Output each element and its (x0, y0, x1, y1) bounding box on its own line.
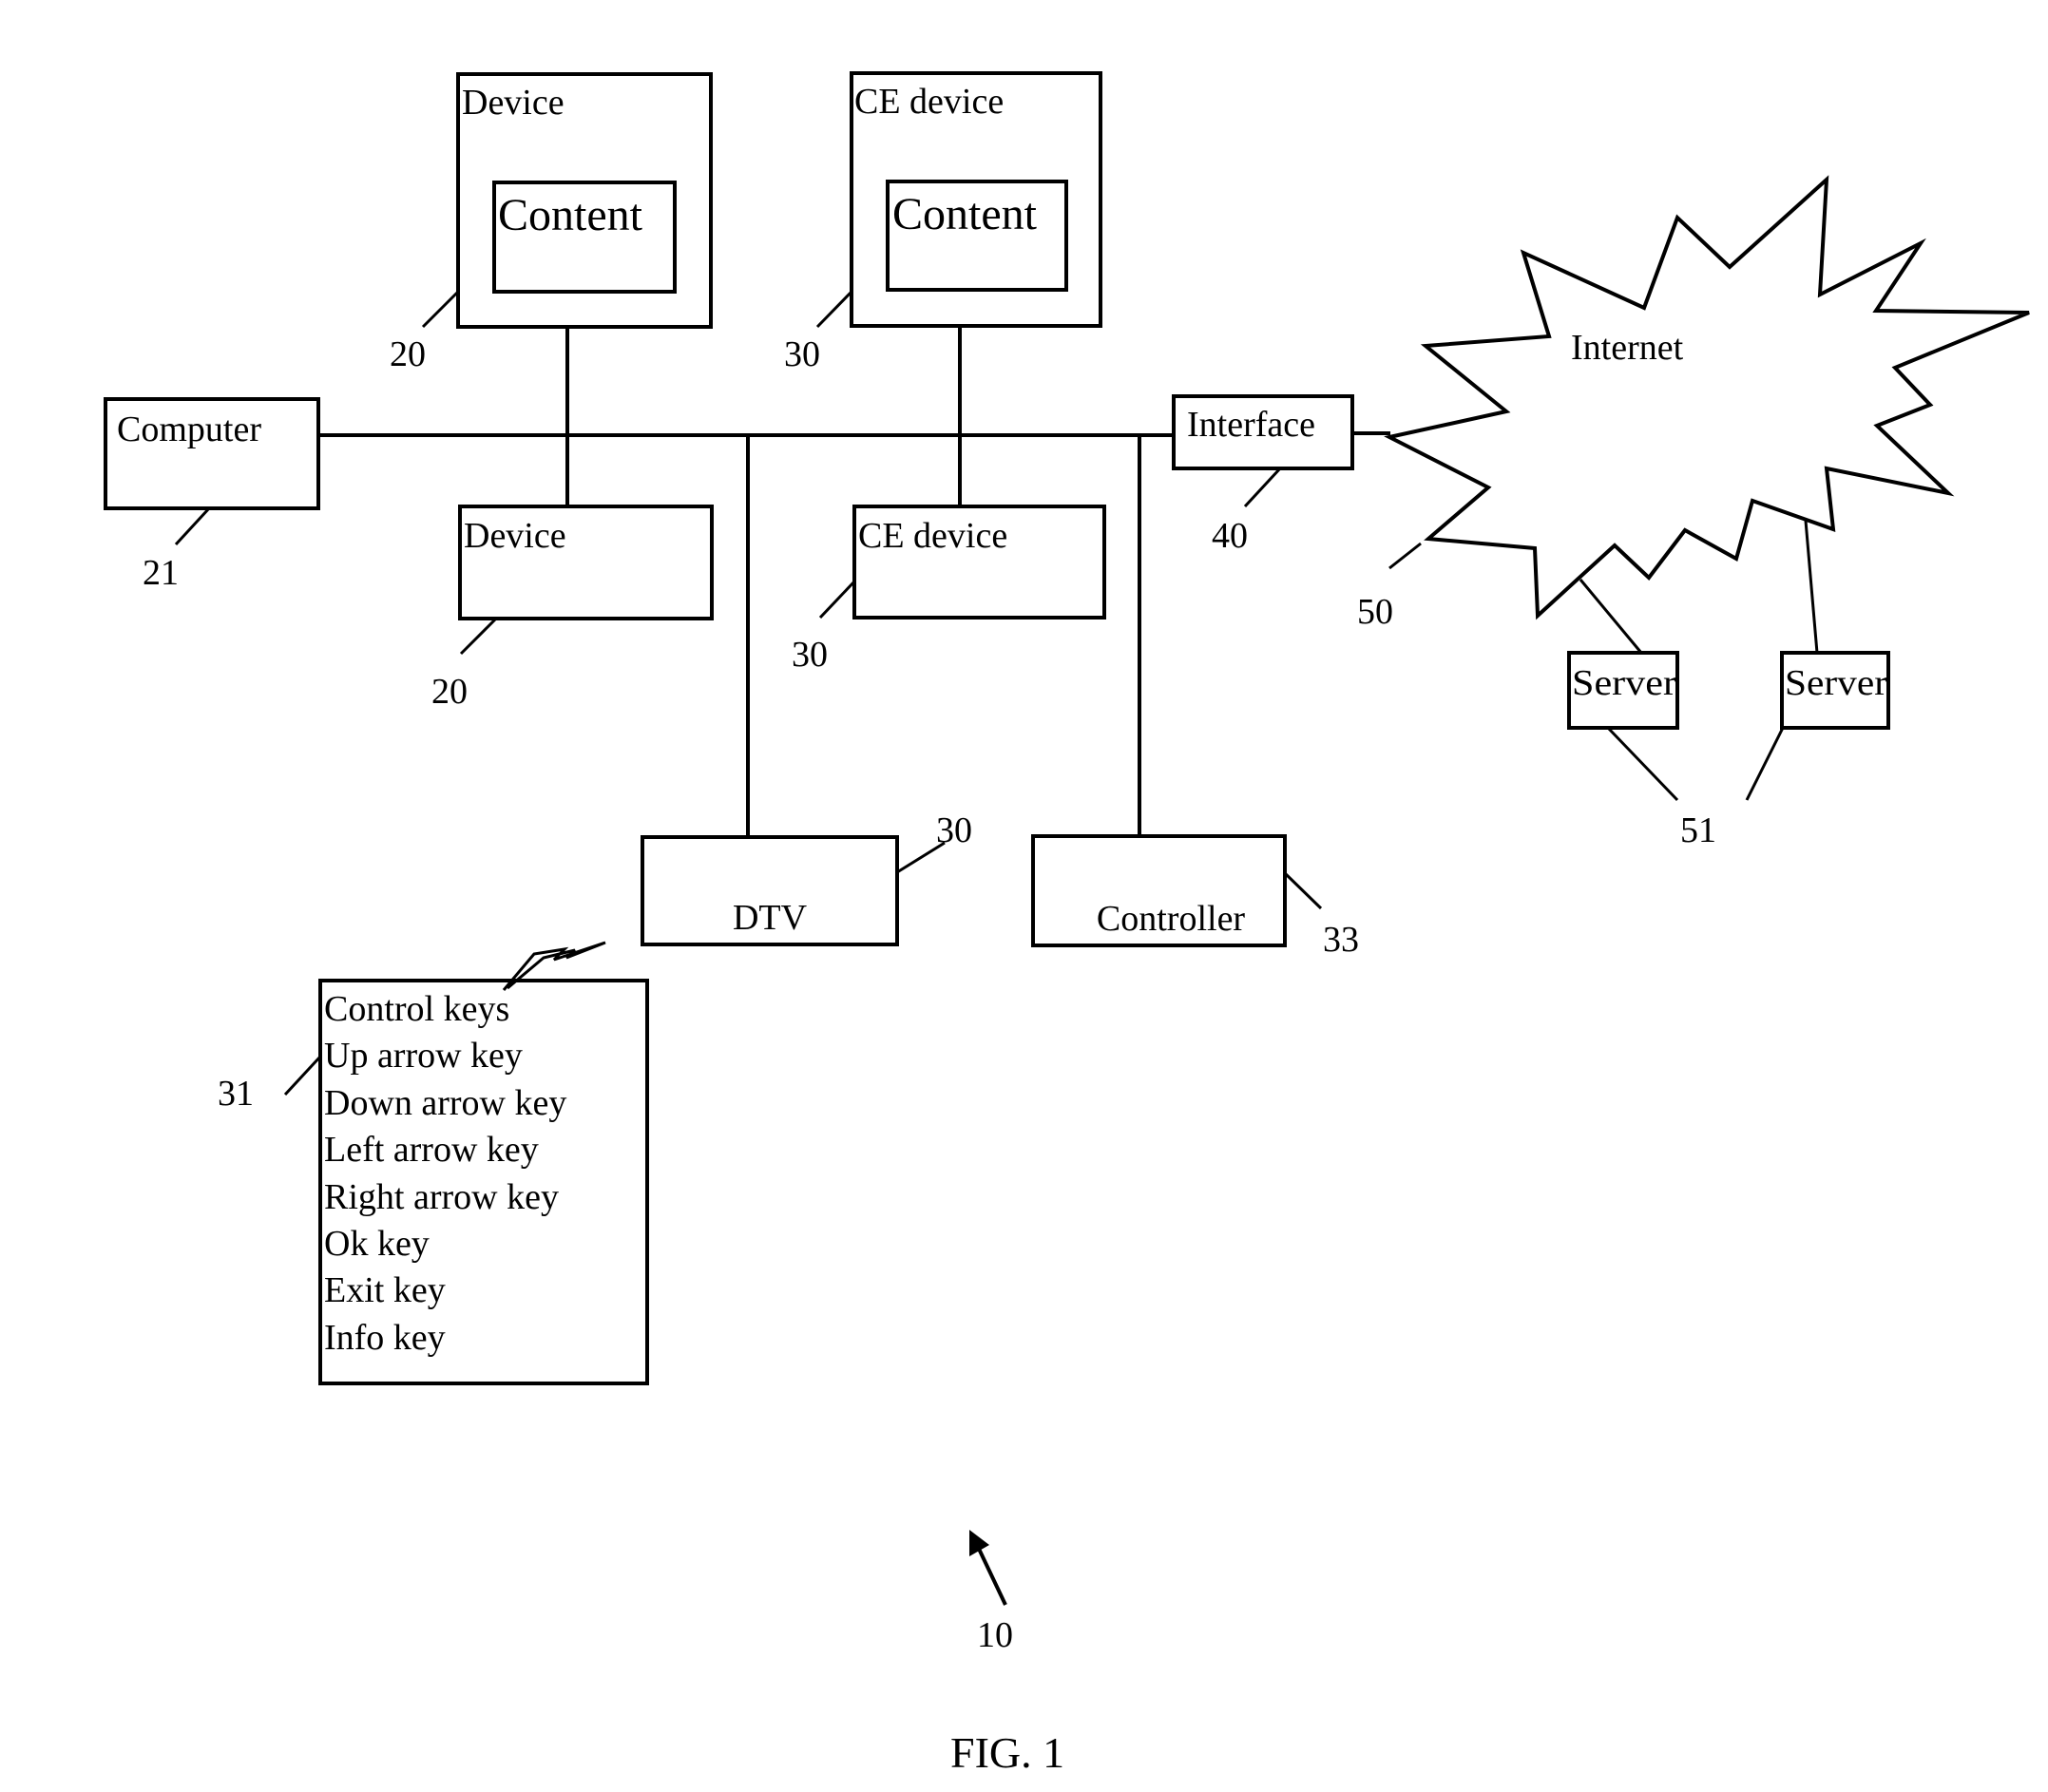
key-item: Control keys (324, 989, 509, 1029)
ref-leader (174, 506, 211, 546)
key-item: Right arrow key (324, 1177, 559, 1217)
server-1-link (1579, 579, 1643, 654)
ce-device-bottom-ref: 30 (792, 635, 828, 675)
server-2-label: Server (1785, 663, 1887, 703)
server-1-label: Server (1572, 663, 1676, 703)
ref-leader (1243, 467, 1282, 508)
internet-node: Internet 50 (1357, 175, 2030, 654)
ce-device-top-label: CE device (854, 82, 1004, 122)
ref-leader (818, 580, 856, 620)
ref-leader (815, 290, 853, 329)
ce-device-bottom-node: CE device 30 (792, 505, 1106, 675)
controller-node: Controller 33 (1031, 834, 1359, 960)
ref-leader (459, 617, 498, 656)
device-top-label: Device (462, 83, 565, 123)
device-bottom-ref: 20 (431, 672, 468, 712)
internet-cloud-icon (1384, 175, 2030, 620)
server-2-node: Server (1780, 651, 1890, 730)
key-item: Exit key (324, 1270, 446, 1310)
dtv-ref: 30 (936, 810, 972, 850)
device-top-content-label: Content (498, 190, 643, 240)
system-ref: 10 (977, 1615, 1013, 1655)
interface-node: Interface 40 (1172, 394, 1354, 556)
key-item: Down arrow key (324, 1083, 566, 1123)
internet-ref: 50 (1357, 592, 1393, 632)
dtv-node: DTV 30 (641, 810, 972, 946)
figure-caption: FIG. 1 (950, 1728, 1064, 1777)
ref-leader (1388, 542, 1422, 570)
key-item: Up arrow key (324, 1036, 523, 1076)
ref-leader (283, 1055, 322, 1096)
ref-leader (1745, 727, 1785, 801)
device-top-ref: 20 (390, 334, 426, 374)
remote-control-ref: 31 (218, 1074, 254, 1114)
computer-label: Computer (117, 410, 261, 449)
dtv-label: DTV (733, 898, 808, 938)
ce-device-top-node: CE device Content 30 (784, 71, 1102, 374)
remote-control-node: Control keys Up arrow key Down arrow key… (218, 941, 649, 1385)
ce-device-bottom-label: CE device (858, 516, 1007, 556)
device-bottom-node: Device 20 (431, 505, 714, 712)
system-arrow-shaft (977, 1548, 1007, 1606)
key-item: Ok key (324, 1224, 430, 1264)
server-1-node: Server (1567, 651, 1679, 730)
key-item: Left arrow key (324, 1130, 539, 1170)
interface-label: Interface (1187, 405, 1315, 445)
server-2-link (1804, 520, 1819, 654)
ce-device-top-ref: 30 (784, 334, 820, 374)
servers-ref: 51 (1680, 810, 1716, 850)
ref-leader (1606, 726, 1679, 802)
computer-ref: 21 (143, 553, 179, 593)
computer-node: Computer 21 (104, 397, 320, 593)
network-diagram: Device Content 20 CE device Content 30 C… (104, 71, 2030, 1777)
controller-ref: 33 (1323, 920, 1359, 960)
ref-leader (421, 290, 460, 329)
ref-leader (1283, 871, 1323, 910)
controller-label: Controller (1097, 899, 1246, 939)
internet-label: Internet (1571, 328, 1684, 368)
device-bottom-label: Device (464, 516, 566, 556)
key-item: Info key (324, 1318, 446, 1358)
ce-device-top-content-label: Content (892, 189, 1038, 239)
device-top-node: Device Content 20 (390, 72, 713, 374)
interface-ref: 40 (1212, 516, 1248, 556)
